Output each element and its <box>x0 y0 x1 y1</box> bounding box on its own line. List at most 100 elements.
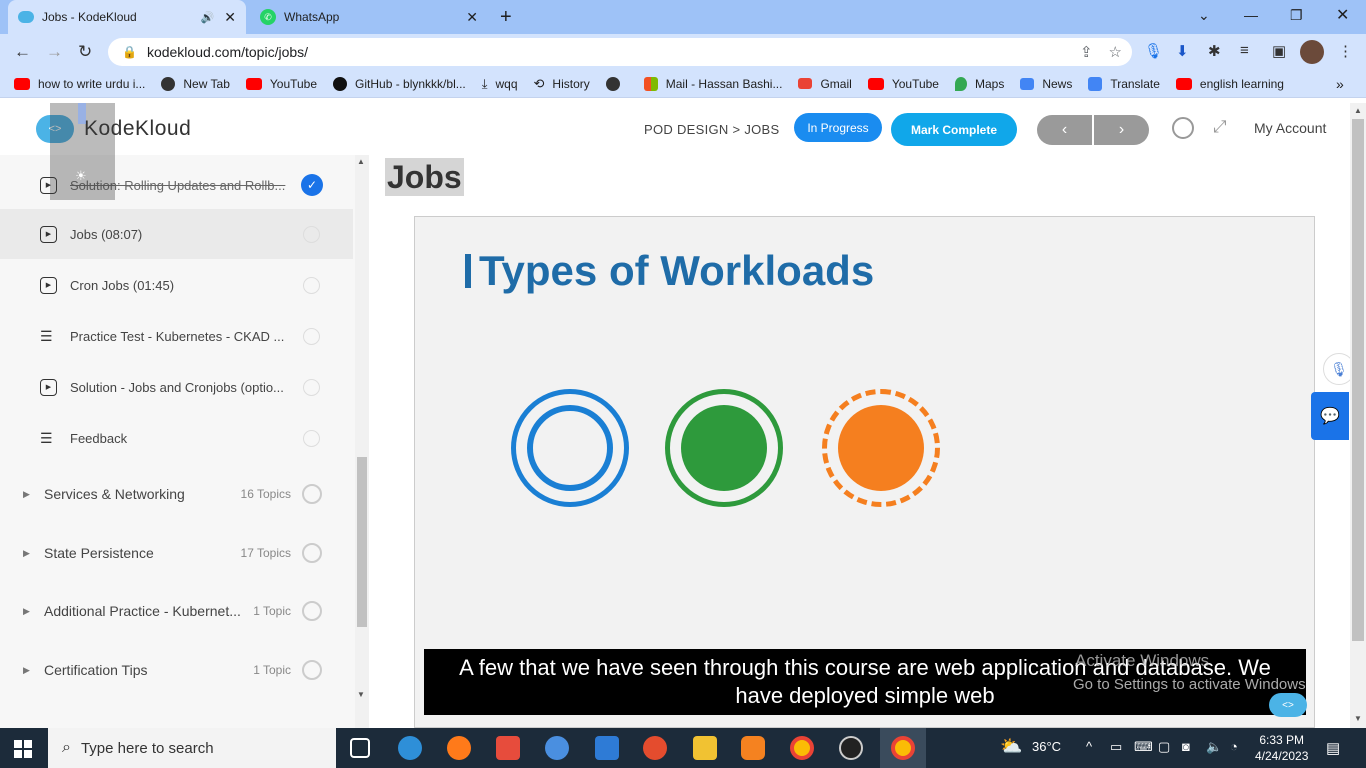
scroll-down-icon[interactable]: ▼ <box>1354 714 1362 723</box>
bookmark-item[interactable] <box>605 76 628 91</box>
brightness-overlay[interactable]: ☀ <box>50 103 115 200</box>
status-circle-icon[interactable] <box>303 276 320 294</box>
chrome-icon[interactable] <box>891 736 915 760</box>
store-icon[interactable] <box>496 736 520 760</box>
task-view-icon[interactable] <box>350 738 370 758</box>
bookmark-star-icon[interactable]: ☆ <box>1109 43 1122 61</box>
taskbar-search-box[interactable]: ⌕ Type here to search <box>48 728 336 768</box>
mark-complete-button[interactable]: Mark Complete <box>891 113 1017 146</box>
close-tab-icon[interactable]: ✕ <box>224 9 236 26</box>
breadcrumb[interactable]: POD DESIGN > JOBS <box>644 122 780 137</box>
sidebar-scroll-thumb[interactable] <box>357 457 367 627</box>
bookmark-item[interactable]: how to write urdu i... <box>14 77 145 91</box>
previous-lesson-button[interactable]: ‹ <box>1037 115 1092 145</box>
section-item[interactable]: ▶ Services & Networking 16 Topics <box>0 465 353 523</box>
reload-icon[interactable]: ↻ <box>78 42 92 62</box>
new-tab-button[interactable]: + <box>500 6 512 29</box>
lock-icon[interactable]: 🔒 <box>122 45 137 59</box>
in-progress-button[interactable]: In Progress <box>794 113 882 142</box>
battery-icon[interactable]: ▭ <box>1110 739 1122 755</box>
bookmark-item[interactable]: ⟲ History <box>534 76 590 92</box>
bookmark-item[interactable]: YouTube <box>245 77 317 91</box>
lesson-item[interactable]: ▶ Cron Jobs (01:45) <box>0 260 353 310</box>
status-circle-icon[interactable] <box>303 225 320 243</box>
forward-icon[interactable]: → <box>46 42 63 62</box>
firefox-icon[interactable] <box>447 736 471 760</box>
app-icon[interactable] <box>741 736 765 760</box>
my-account-link[interactable]: My Account <box>1254 120 1326 136</box>
status-circle-icon[interactable] <box>302 660 322 680</box>
next-lesson-button[interactable]: › <box>1094 115 1149 145</box>
bookmark-item[interactable]: News <box>1020 77 1072 91</box>
bookmark-item[interactable]: ⤓ wqq <box>482 76 518 92</box>
app-icon[interactable] <box>839 736 863 760</box>
windows-start-icon[interactable] <box>14 740 32 758</box>
sidebar-scrollbar[interactable]: ▲ ▼ <box>355 155 369 728</box>
lesson-item[interactable]: ☰ Feedback <box>0 413 353 463</box>
volume-icon[interactable]: 🔈 <box>1206 739 1222 755</box>
weather-icon[interactable]: ⛅ <box>1000 736 1022 757</box>
bookmark-item[interactable]: Gmail <box>798 77 852 91</box>
app-icon[interactable] <box>643 736 667 760</box>
close-window-button[interactable]: ✕ <box>1336 0 1349 30</box>
checkmark-icon[interactable]: ✓ <box>301 174 323 196</box>
bookmark-item[interactable]: Translate <box>1088 76 1160 91</box>
voice-input-icon[interactable]: 🎙 <box>1323 353 1350 385</box>
share-icon[interactable]: ⇪ <box>1080 43 1093 61</box>
media-control-icon[interactable]: ≡ <box>1240 42 1249 59</box>
chat-icon[interactable]: 💬 <box>1311 392 1349 440</box>
more-bookmarks-icon[interactable]: » <box>1336 76 1344 92</box>
page-scroll-thumb[interactable] <box>1352 119 1364 641</box>
tab-kodekloud[interactable]: Jobs - KodeKloud 🔊 ✕ <box>8 0 246 34</box>
profile-avatar[interactable] <box>1300 40 1324 64</box>
section-item[interactable]: ▶ State Persistence 17 Topics <box>0 524 353 582</box>
minimize-button[interactable]: — <box>1244 0 1258 30</box>
fullscreen-icon[interactable]: ⤢ <box>1213 117 1227 137</box>
status-circle-icon[interactable] <box>303 378 320 396</box>
bookmark-item[interactable]: english learning <box>1175 77 1284 91</box>
section-item[interactable]: ▶ Additional Practice - Kubernet... 1 To… <box>0 582 353 640</box>
brightness-level-bar[interactable] <box>78 103 86 124</box>
status-circle-icon[interactable] <box>303 429 320 447</box>
lesson-item[interactable]: ▶ Solution - Jobs and Cronjobs (optio... <box>0 362 353 412</box>
close-tab-icon[interactable]: ✕ <box>466 9 478 26</box>
show-hidden-icons[interactable]: ^ <box>1086 739 1092 754</box>
bookmark-item[interactable]: GitHub - blynkkk/bl... <box>333 76 466 91</box>
extensions-icon[interactable]: ✱ <box>1208 42 1221 60</box>
address-bar[interactable]: 🔒 kodekloud.com/topic/jobs/ ⇪ ☆ <box>108 38 1132 66</box>
status-circle-icon[interactable] <box>303 327 320 345</box>
bookmark-item[interactable]: New Tab <box>161 76 230 91</box>
status-circle-icon[interactable] <box>302 543 322 563</box>
notifications-icon[interactable]: ▤ <box>1326 739 1340 757</box>
app-icon[interactable] <box>545 736 569 760</box>
lesson-item[interactable]: ☰ Practice Test - Kubernetes - CKAD ... <box>0 311 353 361</box>
status-circle-icon[interactable] <box>302 601 322 621</box>
bookmark-item[interactable]: Mail - Hassan Bashi... <box>643 76 782 91</box>
lesson-item[interactable]: ▶ Jobs (08:07) <box>0 209 353 259</box>
scroll-up-icon[interactable]: ▲ <box>357 157 365 166</box>
scroll-up-icon[interactable]: ▲ <box>1354 106 1362 115</box>
restore-button[interactable]: ❐ <box>1290 0 1303 30</box>
bookmark-item[interactable]: YouTube <box>867 77 939 91</box>
status-circle-icon[interactable] <box>302 484 322 504</box>
bookmark-item[interactable]: Maps <box>954 76 1004 91</box>
dark-mode-icon[interactable] <box>1172 117 1194 139</box>
speaker-icon[interactable]: 🔊 <box>201 11 215 24</box>
tab-whatsapp[interactable]: ✆ WhatsApp ✕ <box>250 0 488 34</box>
camera-icon[interactable]: ◙ <box>1182 739 1190 754</box>
network-icon[interactable]: ⌨ <box>1134 739 1153 755</box>
back-icon[interactable]: ← <box>14 42 31 62</box>
mic-extension-icon[interactable]: 🎙 <box>1144 42 1163 60</box>
page-scrollbar[interactable]: ▲ ▼ <box>1350 103 1366 728</box>
chrome-icon[interactable] <box>790 736 814 760</box>
section-item[interactable]: ▶ Certification Tips 1 Topic <box>0 641 353 699</box>
download-extension-icon[interactable]: ⬇ <box>1176 42 1189 60</box>
tab-search-icon[interactable]: ⌄ <box>1198 0 1210 30</box>
side-panel-icon[interactable]: ▣ <box>1272 42 1286 60</box>
device-icon[interactable]: ▢ <box>1158 739 1170 755</box>
temperature[interactable]: 36°C <box>1032 739 1061 754</box>
video-player[interactable]: Types of Workloads A few that we have se… <box>414 216 1315 728</box>
file-explorer-icon[interactable] <box>693 736 717 760</box>
menu-kebab-icon[interactable]: ⋮ <box>1338 42 1353 60</box>
scroll-down-icon[interactable]: ▼ <box>357 690 365 699</box>
